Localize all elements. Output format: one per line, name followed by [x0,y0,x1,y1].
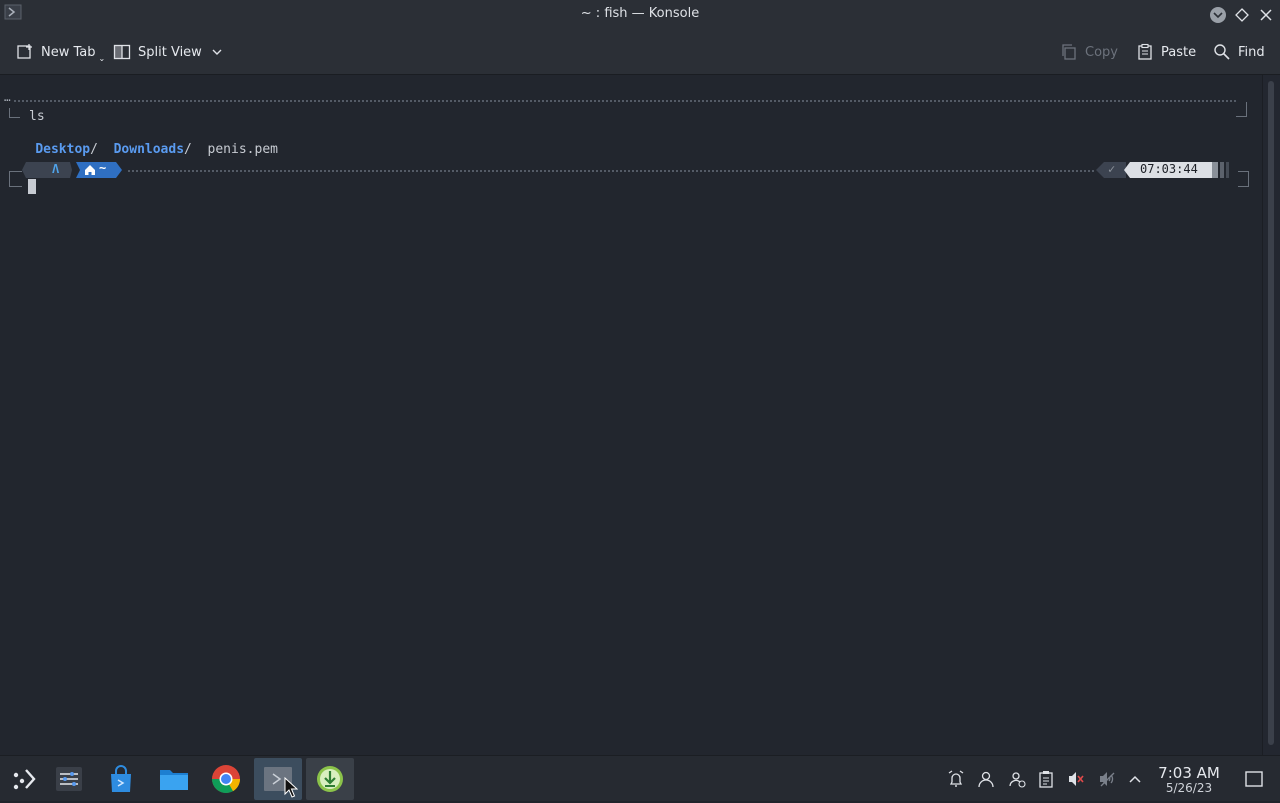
digital-clock[interactable]: 7:03 AM 5/26/23 [1150,765,1228,795]
chrome-icon [212,765,240,793]
copy-icon [1062,44,1076,60]
paste-button[interactable]: Paste [1136,40,1196,64]
file-entry: penis.pem [207,142,278,157]
prompt-fill-line [128,170,1094,172]
show-desktop-icon[interactable] [1244,769,1264,789]
alarm-icon[interactable] [946,769,966,789]
find-label: Find [1238,44,1265,60]
clipboard-icon[interactable] [1036,769,1056,789]
new-tab-button[interactable]: New Tab ⌄ [16,40,109,64]
minimize-button[interactable] [1208,5,1228,25]
folder-icon [160,770,188,790]
os-icon: Λ [52,162,60,176]
copy-button[interactable]: Copy [1060,40,1118,64]
chevron-up-icon[interactable] [1125,769,1145,789]
konsole-toolbar: New Tab ⌄ Split View Copy Paste Find [0,30,1280,75]
copy-label: Copy [1085,44,1118,60]
paste-icon [1138,43,1152,60]
system-settings-app[interactable] [45,758,93,800]
new-tab-label: New Tab [41,44,96,60]
directory-suffix: / [184,142,192,157]
executed-command: ls [29,109,45,124]
directory-entry: Desktop [35,142,91,157]
window-titlebar[interactable]: ~ : fish — Konsole [0,0,1280,30]
window-title: ~ : fish — Konsole [580,6,700,21]
directory-entry: Downloads [113,142,185,157]
microphone-muted-icon[interactable] [1097,769,1117,789]
paste-label: Paste [1161,44,1197,60]
clock-date: 5/26/23 [1165,781,1213,795]
terminal-scrollbar[interactable] [1262,75,1280,755]
file-manager-app[interactable] [150,758,198,800]
steamdeck-launcher-icon [13,769,36,790]
split-view-icon [113,44,131,60]
shopping-bag-icon [111,765,131,792]
new-tab-dropdown-indicator[interactable]: ⌄ [99,54,106,63]
prev-prompt-right-bracket [1236,102,1247,117]
prompt-right-bracket [1238,171,1249,187]
new-tab-icon [17,44,32,59]
find-button[interactable]: Find [1213,40,1265,64]
close-button[interactable] [1256,5,1276,25]
search-icon [1214,44,1230,60]
split-view-label: Split View [138,44,202,60]
download-icon [317,766,343,792]
user-switch-icon[interactable] [1007,769,1027,789]
prev-prompt-fill-line [14,100,1236,102]
application-launcher-button[interactable] [0,758,48,800]
discover-store-app[interactable] [97,758,145,800]
volume-muted-icon[interactable] [1066,769,1086,789]
scrollbar-thumb[interactable] [1268,81,1274,745]
prompt-time: 07:03:44 [1140,162,1198,176]
chrome-app[interactable] [202,758,250,800]
prev-prompt-left-bracket [9,108,20,118]
directory-suffix: / [90,142,98,157]
diamond-icon [1235,8,1249,22]
sliders-icon [56,767,82,791]
split-view-button[interactable]: Split View [113,40,223,64]
text-cursor [28,179,36,194]
close-icon [1260,9,1272,21]
terminal-view[interactable]: … ls Desktop/ Downloads/ penis.pem Λ ~ ✓… [0,75,1262,755]
home-icon [85,165,95,175]
taskbar: 7:03 AM 5/26/23 [0,755,1280,801]
prompt-path: ~ [99,161,107,175]
clock-time: 7:03 AM [1158,764,1220,782]
prev-prompt-ellipsis: … [4,91,11,104]
maximize-button[interactable] [1232,5,1252,25]
user-icon[interactable] [976,769,996,789]
chevron-down-icon [212,49,222,55]
mouse-pointer-icon [284,776,299,803]
prompt-left-bracket [9,171,22,187]
chevron-down-icon [1210,7,1226,23]
success-check-icon: ✓ [1108,162,1116,176]
downloader-app[interactable] [306,758,354,800]
